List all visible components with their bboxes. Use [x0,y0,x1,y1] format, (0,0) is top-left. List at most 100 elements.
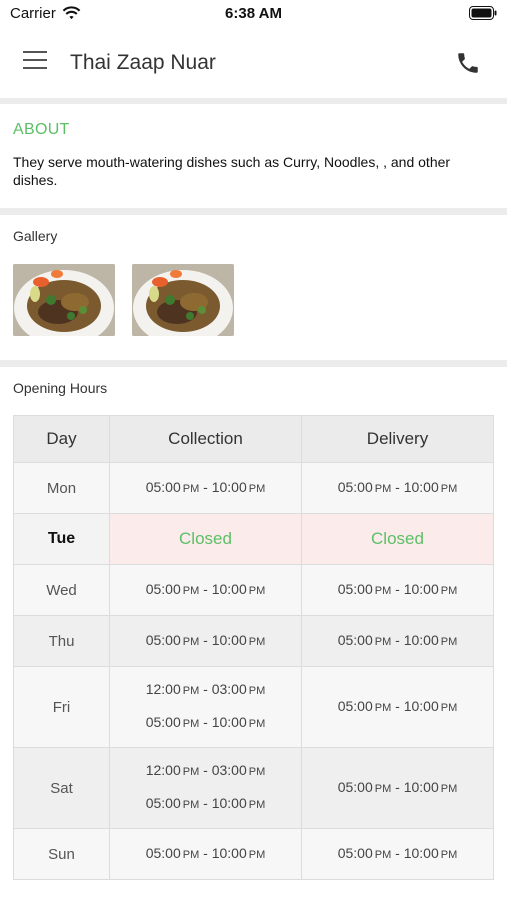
time-value: 05:00 [145,844,181,861]
time-value: 05:00 [337,844,373,861]
time-value: 05:00 [337,580,373,597]
time-value: 12:00 [145,681,181,697]
time-slot: 12:00 PM - 03:00 PM [110,755,301,788]
time-separator: - [199,795,212,811]
time-separator: - [199,681,212,697]
time-slot: 05:00 PM - 10:00 PM [110,574,301,607]
time-value: 10:00 [211,795,247,811]
time-period: PM [248,766,266,778]
table-row: Tue Closed Closed [13,513,494,565]
section-divider [0,360,507,367]
time-separator: - [391,580,404,597]
column-header-day: Day [13,415,110,463]
status-time: 6:38 AM [225,5,282,22]
collection-cell: 05:00 PM - 10:00 PM [109,615,302,667]
delivery-cell: 05:00 PM - 10:00 PM [301,462,494,514]
time-slot: 05:00 PM - 10:00 PM [110,788,301,821]
time-slot: 12:00 PM - 03:00 PM [110,674,301,707]
app-header: Thai Zaap Nuar [0,28,507,98]
gallery-image[interactable] [13,264,115,336]
time-separator: - [199,631,212,648]
table-row: Sun 05:00 PM - 10:00 PM 05:00 PM - 10:00 PM [13,828,494,880]
time-period: PM [440,782,458,795]
battery-icon [469,6,497,20]
time-period: PM [182,482,200,495]
gallery-image[interactable] [132,264,234,336]
time-value: 05:00 [337,478,373,495]
time-separator: - [199,714,212,730]
time-period: PM [374,635,392,648]
time-period: PM [248,799,266,811]
day-cell: Mon [13,462,110,514]
time-period: PM [182,685,200,697]
time-value: 10:00 [403,631,439,648]
time-period: PM [374,584,392,597]
status-bar: Carrier 6:38 AM [0,0,507,28]
time-slot: 05:00 PM - 10:00 PM [302,838,493,871]
time-separator: - [391,478,404,495]
time-period: PM [248,635,266,648]
table-row: Fri 12:00 PM - 03:00 PM 05:00 PM - 10:00 PM 05:… [13,666,494,748]
section-divider [0,208,507,215]
time-separator: - [391,844,404,861]
hamburger-icon[interactable] [23,51,47,73]
time-slot: 05:00 PM - 10:00 PM [110,472,301,505]
opening-hours-heading: Opening Hours [13,380,108,396]
time-slot: 05:00 PM - 10:00 PM [302,691,493,724]
time-period: PM [440,635,458,648]
time-period: PM [182,718,200,730]
time-slot: 05:00 PM - 10:00 PM [302,472,493,505]
table-header-row: Day Collection Delivery [13,415,494,463]
time-period: PM [440,848,458,861]
day-cell: Sat [13,747,110,829]
delivery-cell: 05:00 PM - 10:00 PM [301,747,494,829]
time-period: PM [182,766,200,778]
time-period: PM [440,701,458,714]
closed-label: Closed [371,529,424,548]
time-separator: - [199,478,212,495]
delivery-cell: 05:00 PM - 10:00 PM [301,615,494,667]
time-value: 05:00 [145,580,181,597]
time-period: PM [440,482,458,495]
time-period: PM [374,782,392,795]
delivery-cell: 05:00 PM - 10:00 PM [301,666,494,748]
time-value: 05:00 [337,778,373,795]
time-slot: 05:00 PM - 10:00 PM [302,574,493,607]
time-value: 12:00 [145,762,181,778]
table-row: Mon 05:00 PM - 10:00 PM 05:00 PM - 10:00 PM [13,462,494,514]
time-period: PM [182,584,200,597]
gallery-heading: Gallery [13,228,58,244]
header-divider [0,98,507,104]
collection-cell: 12:00 PM - 03:00 PM 05:00 PM - 10:00 PM [109,747,302,829]
time-value: 03:00 [211,681,247,697]
time-value: 10:00 [211,844,247,861]
opening-hours-table: Day Collection Delivery Mon 05:00 PM - 10:… [13,415,494,880]
time-value: 10:00 [211,714,247,730]
time-period: PM [248,685,266,697]
time-value: 10:00 [403,844,439,861]
phone-icon[interactable] [455,50,481,76]
time-value: 10:00 [211,478,247,495]
time-separator: - [199,762,212,778]
collection-cell: Closed [109,513,302,565]
time-period: PM [374,701,392,714]
time-period: PM [182,799,200,811]
column-header-collection: Collection [109,415,302,463]
time-value: 05:00 [145,631,181,648]
time-slot: 05:00 PM - 10:00 PM [110,707,301,740]
delivery-cell: 05:00 PM - 10:00 PM [301,564,494,616]
time-value: 10:00 [211,631,247,648]
time-value: 10:00 [403,478,439,495]
time-slot: 05:00 PM - 10:00 PM [302,772,493,805]
time-slot: 05:00 PM - 10:00 PM [302,625,493,658]
delivery-cell: 05:00 PM - 10:00 PM [301,828,494,880]
time-value: 03:00 [211,762,247,778]
day-cell: Fri [13,666,110,748]
time-period: PM [374,848,392,861]
time-value: 05:00 [145,478,181,495]
time-period: PM [440,584,458,597]
time-period: PM [248,718,266,730]
time-period: PM [182,635,200,648]
time-period: PM [374,482,392,495]
closed-label: Closed [179,529,232,548]
